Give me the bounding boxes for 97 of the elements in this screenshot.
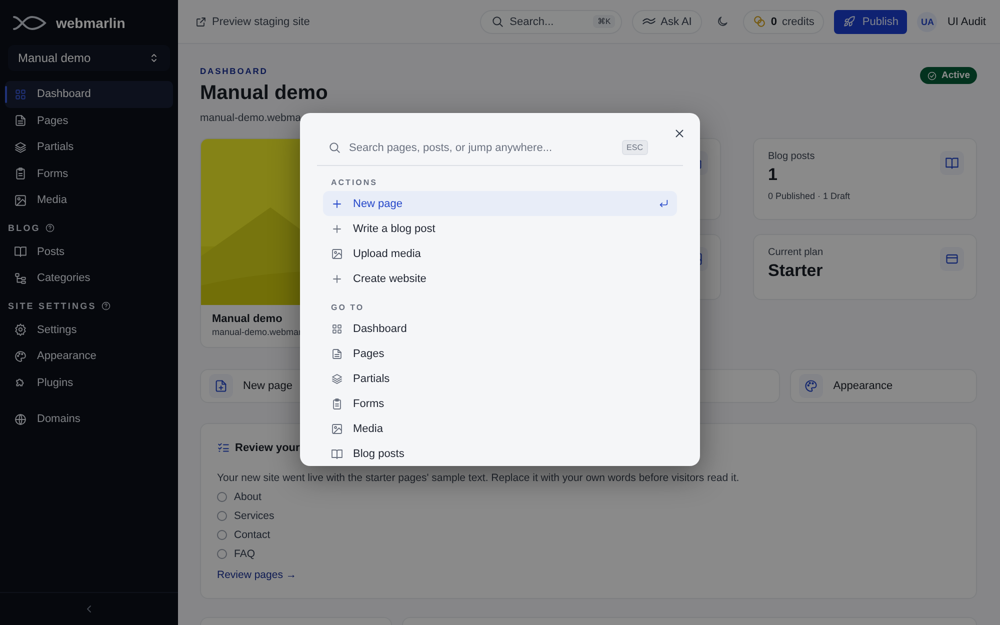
radio-button[interactable] [217,510,227,521]
palette-icon [804,379,818,393]
brand-name: webmarlin [56,15,126,31]
radio-button[interactable] [217,492,227,502]
close-icon [673,127,686,140]
section-heading: SITE SETTINGS [8,300,96,310]
clipboard-icon [14,167,27,180]
document-icon [331,348,343,360]
rocket-icon [843,15,856,28]
status-badge: Active [920,67,977,84]
palette-icon [14,350,27,363]
sidebar-item[interactable]: Pages [5,108,173,134]
tree-icon [14,272,27,285]
checklist-item: About [234,490,262,503]
grid-icon [14,88,27,101]
esc-key: ESC [622,140,648,155]
clipboard-icon [331,398,343,410]
user-avatar[interactable]: UA [917,12,938,32]
command-item[interactable]: New page [323,191,677,216]
site-name: Manual demo [212,313,282,325]
credits-badge: 0 credits [742,10,824,34]
site-selector[interactable]: Manual demo [8,45,170,71]
book-icon [331,448,343,460]
stat-value: 1 [768,165,778,185]
sidebar-item[interactable]: Settings [5,316,173,343]
book-icon [14,245,27,258]
card-icon [945,252,959,266]
section-heading: BLOG [8,222,40,232]
ask-ai-button[interactable]: Ask AI [632,10,702,34]
command-item[interactable]: Write a blog post [323,216,677,241]
coins-icon [752,15,766,28]
document-icon [14,114,27,128]
card-description: Your new site went live with the starter pages' sample text. Replace it with your own words before visitors read it. [217,472,740,484]
plus-icon [331,222,343,234]
site-address: manual-demo.webmar [212,327,302,337]
enter-key-icon [658,198,669,209]
help-icon [101,300,112,310]
fish-logo-icon [12,15,48,31]
search-bar[interactable]: Search... ⌘K [480,10,622,34]
command-item[interactable]: Blog posts [323,441,677,466]
user-name: UI Audit [947,16,986,28]
sidebar-item[interactable]: Domains [5,406,173,432]
stat-value: Starter [768,261,824,281]
sidebar-item[interactable]: Forms [5,160,173,187]
book-icon [945,156,959,170]
sidebar-item[interactable]: Media [5,187,173,214]
layers-icon [331,372,343,384]
breadcrumb: DASHBOARD [200,66,268,78]
command-item[interactable]: Create website [323,266,677,291]
layers-icon [14,140,27,154]
moon-icon [716,15,729,28]
search-field[interactable]: Search... [510,16,588,28]
search-icon [490,15,504,28]
publish-button[interactable]: Publish [834,10,908,34]
image-icon [14,194,27,207]
page-title: Manual demo [200,82,328,106]
sidebar-item[interactable]: Categories [5,265,173,292]
checklist-item: Contact [234,529,270,542]
sidebar-item[interactable]: Plugins [5,370,173,396]
search-icon [328,141,341,154]
radio-button[interactable] [217,549,227,560]
review-link[interactable]: Review pages → [217,569,296,581]
command-item[interactable]: Upload media [323,241,677,266]
group-heading: GO TO [330,303,366,313]
command-item[interactable]: Pages [323,341,677,366]
checklist-item: FAQ [234,548,256,560]
close-button[interactable] [673,127,686,140]
sidebar-item[interactable]: Appearance [5,343,173,370]
site-url: manual-demo.webma [200,112,301,124]
stat-note: 0 Published · 1 Draft [768,191,850,201]
settings-icon [14,323,27,336]
image-icon [331,422,343,434]
preview-link[interactable]: Preview staging site [195,16,310,28]
plus-icon [331,272,343,284]
sidebar-item[interactable]: Posts [5,238,173,265]
globe-icon [14,412,27,426]
radio-button[interactable] [217,530,227,540]
command-item[interactable]: Dashboard [323,316,677,341]
stat-label: Current plan [768,247,824,258]
external-link-icon [195,16,207,28]
grid-icon [331,322,343,334]
checklist-icon [217,441,230,454]
check-circle-icon [927,70,938,80]
search-field[interactable]: Search pages, posts, or jump anywhere... [349,142,614,154]
stat-label: Blog posts [768,151,816,162]
command-item[interactable]: Media [323,416,677,441]
plus-icon [331,198,343,210]
checklist-item: Services [234,510,274,522]
card-title: Review your [235,442,300,454]
sidebar-item[interactable]: Dashboard [5,81,173,108]
help-icon [45,222,56,232]
image-icon [331,248,343,260]
sidebar-item[interactable]: Partials [5,134,173,160]
shortcut-key: ⌘K [593,15,615,28]
quick-action[interactable]: Appearance [790,369,977,403]
file-plus-icon [214,379,228,393]
group-heading: ACTIONS [330,178,378,188]
